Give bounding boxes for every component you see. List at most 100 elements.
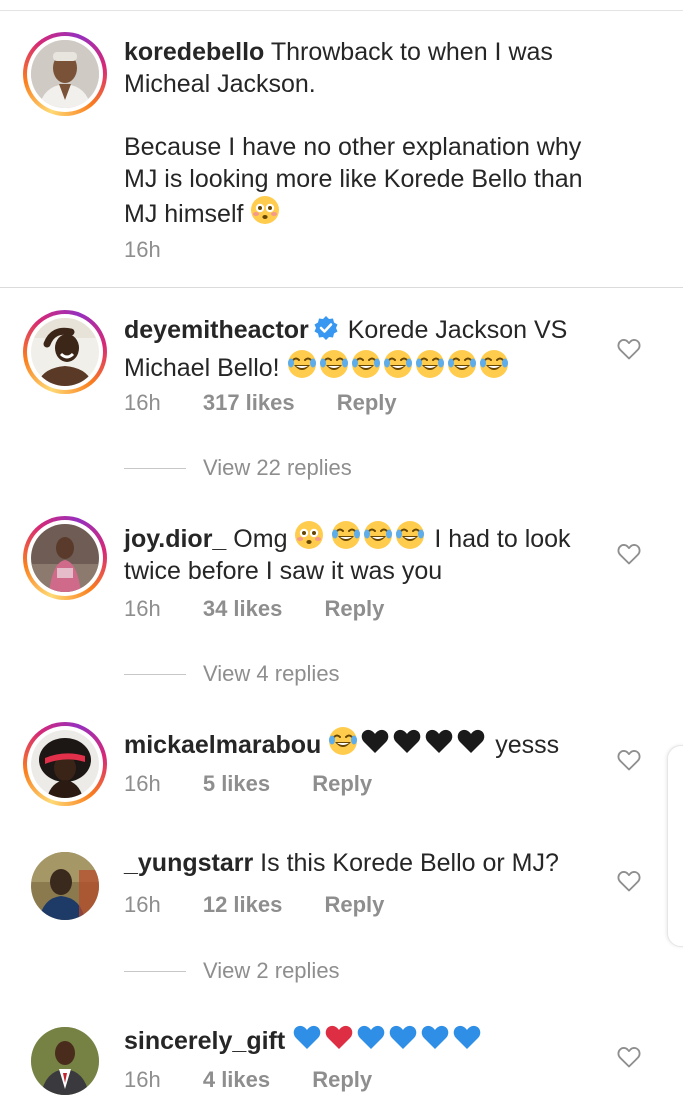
avatar <box>31 730 99 798</box>
joy-emoji <box>351 349 381 379</box>
comment-body: Is this Korede Bello or MJ? <box>260 849 559 877</box>
like-heart-icon[interactable] <box>617 749 641 771</box>
joy-emoji <box>447 349 477 379</box>
comment-line-1: Omg <box>233 525 288 553</box>
joy-emoji <box>479 349 509 379</box>
avatar-story-ring[interactable] <box>23 310 107 394</box>
emoji-row <box>328 727 488 759</box>
reply-button[interactable]: Reply <box>312 771 372 797</box>
likes-count[interactable]: 4 likes <box>203 1067 270 1093</box>
emoji-row <box>292 1025 484 1055</box>
blue-heart-emoji <box>292 1022 322 1052</box>
caption-line-2: Micheal Jackson. <box>124 70 316 98</box>
post-caption: koredebello Throwback to when I was Mich… <box>0 11 683 287</box>
joy-emoji <box>287 349 317 379</box>
emoji-row <box>331 521 427 553</box>
comment-meta: 16h 34 likes Reply <box>124 596 384 622</box>
joy-emoji <box>395 520 425 550</box>
avatar <box>31 40 99 108</box>
avatar-story-ring[interactable] <box>23 722 107 806</box>
comment-meta: 16h 5 likes Reply <box>124 771 372 797</box>
likes-count[interactable]: 34 likes <box>203 596 283 622</box>
verified-badge-icon <box>313 315 339 349</box>
comment-text: deyemitheactor Korede Jackson VS Michael… <box>124 314 567 384</box>
reply-button[interactable]: Reply <box>324 596 384 622</box>
avatar <box>31 524 99 592</box>
comment-text: mickaelmarabou yesss <box>124 726 559 761</box>
caption-line-4: MJ is looking more like Korede Bello tha… <box>124 165 583 193</box>
flushed-face-emoji <box>250 195 280 225</box>
comment-text: joy.dior_ Omg I had to look twice before… <box>124 520 571 587</box>
blue-heart-emoji <box>388 1022 418 1052</box>
comment-timestamp: 16h <box>124 1067 161 1092</box>
likes-count[interactable]: 317 likes <box>203 390 295 416</box>
joy-emoji <box>363 520 393 550</box>
caption-timestamp: 16h <box>124 237 161 262</box>
like-heart-icon[interactable] <box>617 543 641 565</box>
view-replies-button[interactable]: View 4 replies <box>124 659 340 689</box>
comment-meta: 16h 317 likes Reply <box>124 390 397 416</box>
edge-overlay <box>667 745 683 947</box>
replies-divider-line <box>124 970 186 972</box>
caption-username[interactable]: koredebello <box>124 38 264 66</box>
comment-username[interactable]: sincerely_gift <box>124 1027 285 1055</box>
comment-line-1: Korede Jackson VS <box>347 316 568 344</box>
replies-divider-line <box>124 467 186 469</box>
caption-line-5: MJ himself <box>124 200 244 228</box>
reply-button[interactable]: Reply <box>312 1067 372 1093</box>
avatar-story-ring[interactable] <box>23 32 107 116</box>
comment-meta: 16h 4 likes Reply <box>124 1067 372 1093</box>
like-heart-icon[interactable] <box>617 1046 641 1068</box>
reply-button[interactable]: Reply <box>337 390 397 416</box>
caption-divider <box>0 287 683 288</box>
black-heart-emoji <box>424 726 454 756</box>
view-replies-button[interactable]: View 2 replies <box>124 956 340 986</box>
view-replies-button[interactable]: View 22 replies <box>124 453 352 483</box>
joy-emoji <box>319 349 349 379</box>
comment-username[interactable]: joy.dior_ <box>124 525 226 553</box>
emoji-row <box>287 350 511 382</box>
like-heart-icon[interactable] <box>617 870 641 892</box>
red-heart-emoji <box>324 1022 354 1052</box>
joy-emoji <box>328 726 358 756</box>
like-heart-icon[interactable] <box>617 338 641 360</box>
view-replies-label: View 4 replies <box>203 661 340 686</box>
comment-meta: 16h 12 likes Reply <box>124 892 384 918</box>
flushed-face-emoji <box>294 520 324 550</box>
view-replies-label: View 2 replies <box>203 958 340 983</box>
comment-timestamp: 16h <box>124 390 161 415</box>
comment-username[interactable]: _yungstarr <box>124 849 253 877</box>
avatar-story-ring[interactable] <box>23 516 107 600</box>
comment-text: _yungstarr Is this Korede Bello or MJ? <box>124 847 559 879</box>
avatar <box>31 318 99 386</box>
joy-emoji <box>383 349 413 379</box>
comment-line-2: Michael Bello! <box>124 354 280 382</box>
caption-meta: 16h <box>124 237 197 263</box>
likes-count[interactable]: 12 likes <box>203 892 283 918</box>
black-heart-emoji <box>392 726 422 756</box>
blue-heart-emoji <box>452 1022 482 1052</box>
view-replies-label: View 22 replies <box>203 455 352 480</box>
black-heart-emoji <box>456 726 486 756</box>
comment-text: sincerely_gift <box>124 1022 484 1057</box>
comment-timestamp: 16h <box>124 892 161 917</box>
joy-emoji <box>331 520 361 550</box>
comment-body: yesss <box>495 731 560 759</box>
comment-line-1b: I had to look <box>434 525 571 553</box>
comment-timestamp: 16h <box>124 596 161 621</box>
black-heart-emoji <box>360 726 390 756</box>
comment-line-2: twice before I saw it was you <box>124 557 443 585</box>
comment-username[interactable]: deyemitheactor <box>124 316 309 344</box>
caption-line-3: Because I have no other explanation why <box>124 133 582 161</box>
replies-divider-line <box>124 673 186 675</box>
avatar[interactable] <box>31 852 99 920</box>
comment-username[interactable]: mickaelmarabou <box>124 731 321 759</box>
joy-emoji <box>415 349 445 379</box>
likes-count[interactable]: 5 likes <box>203 771 270 797</box>
comment-timestamp: 16h <box>124 771 161 796</box>
caption-text: koredebello Throwback to when I was Mich… <box>124 36 583 230</box>
blue-heart-emoji <box>356 1022 386 1052</box>
reply-button[interactable]: Reply <box>324 892 384 918</box>
avatar[interactable] <box>31 1027 99 1095</box>
blue-heart-emoji <box>420 1022 450 1052</box>
